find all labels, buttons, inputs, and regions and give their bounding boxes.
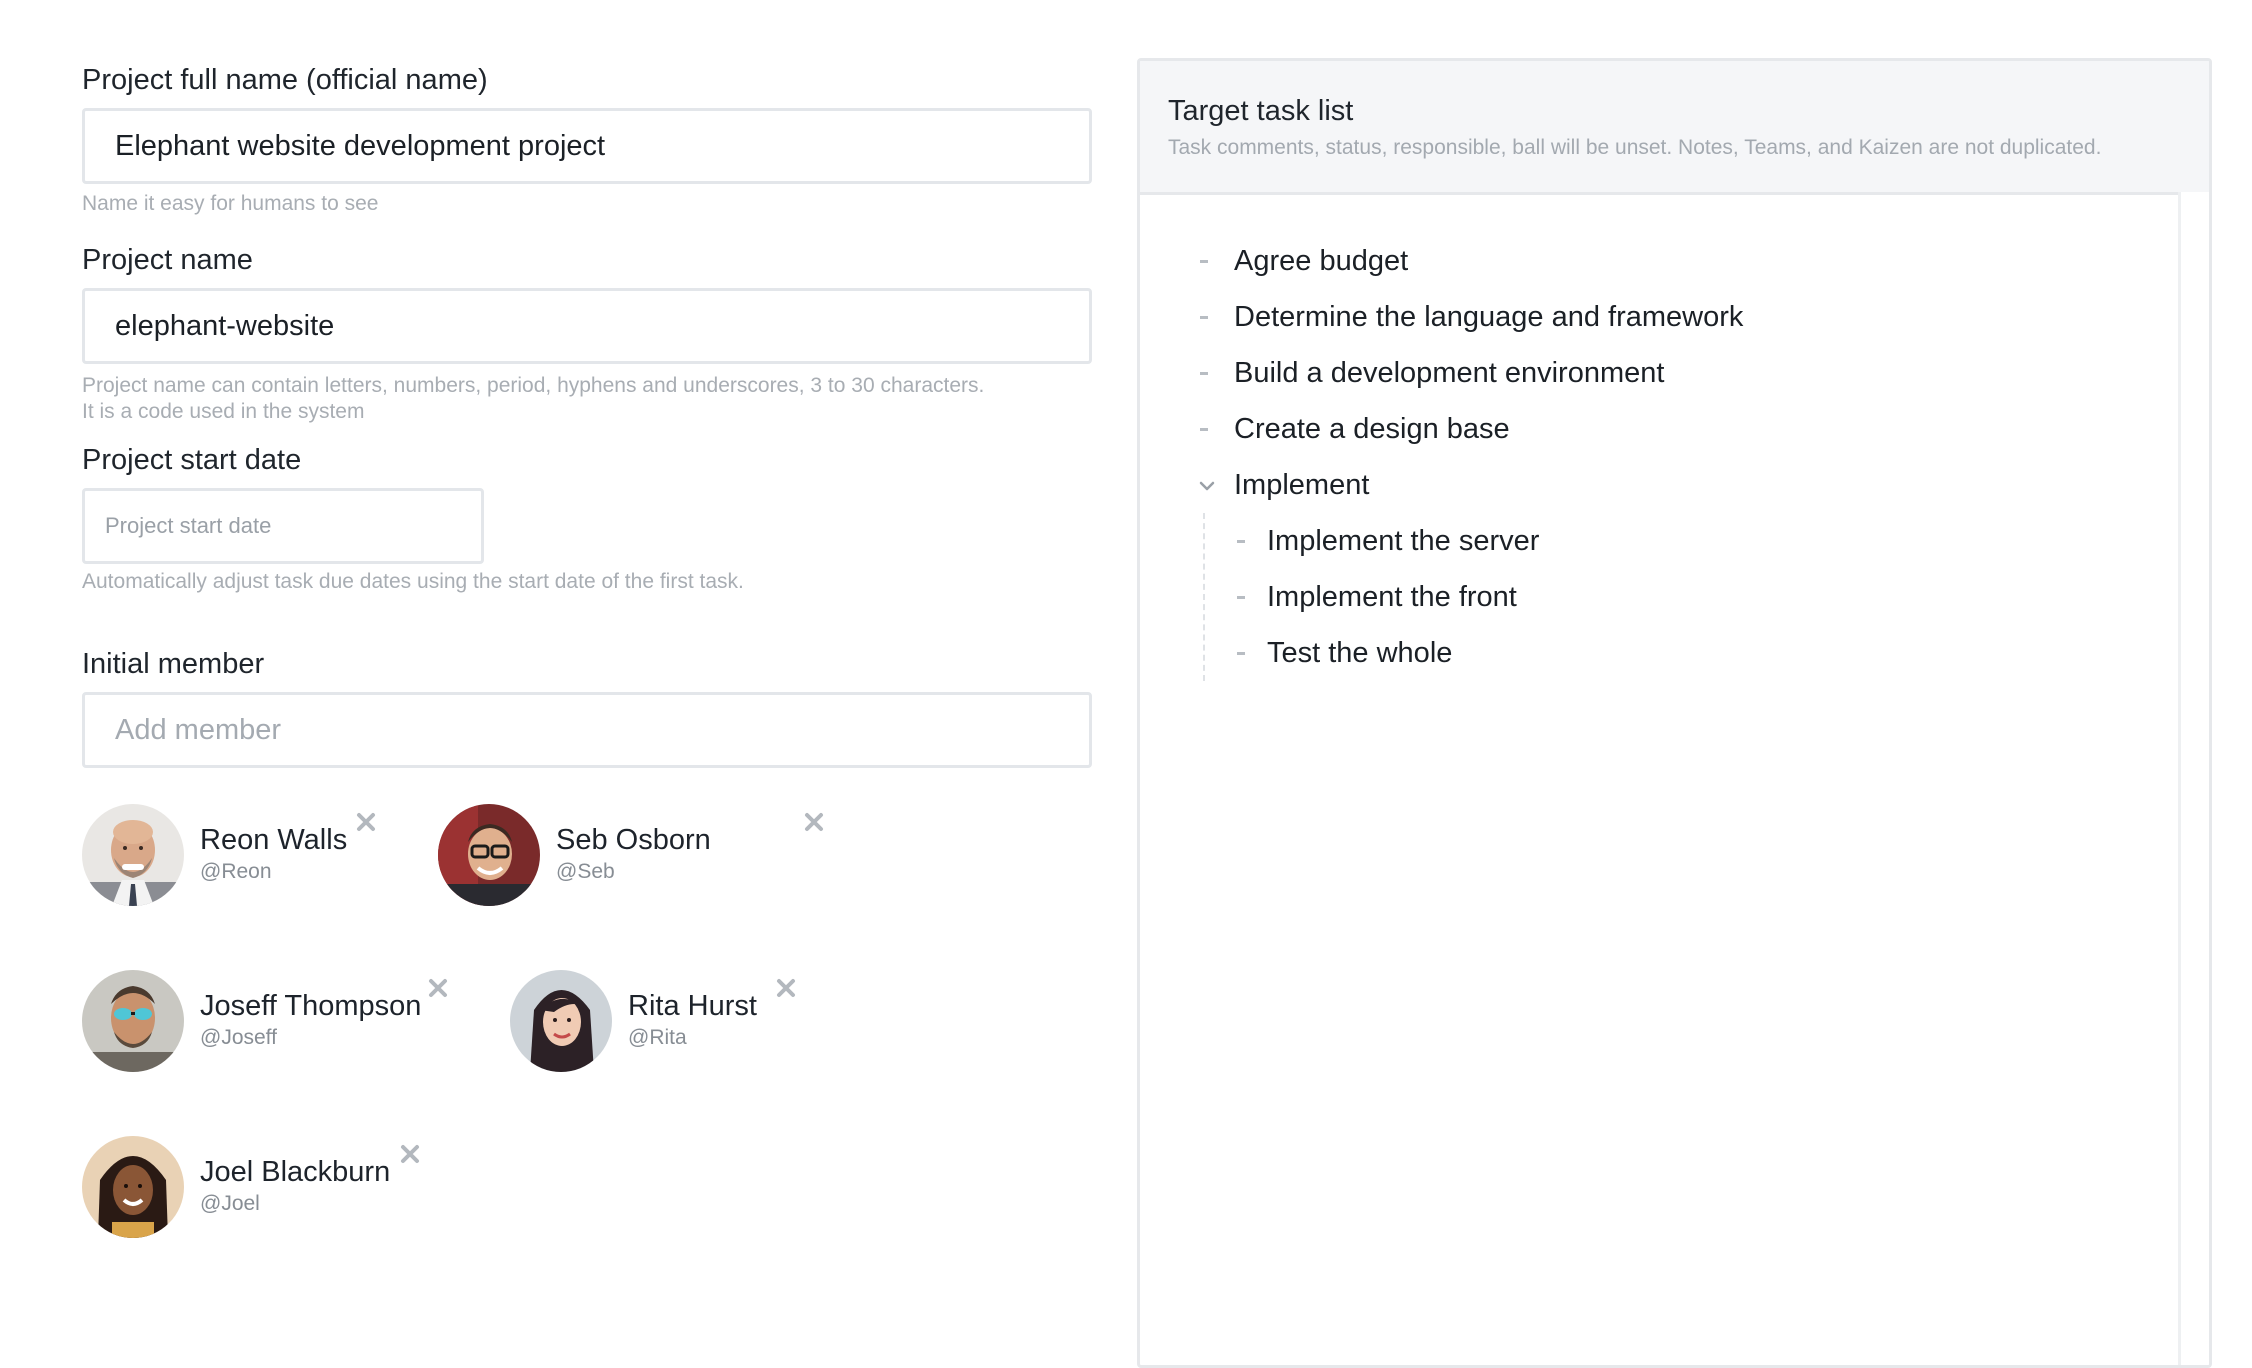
avatar	[82, 970, 184, 1072]
full-name-label: Project full name (official name)	[82, 64, 488, 96]
task-item-implement[interactable]: Implement	[1198, 457, 1369, 513]
start-date-input[interactable]	[82, 488, 484, 564]
dash-bullet-icon	[1237, 540, 1245, 543]
dash-bullet-icon	[1200, 316, 1208, 319]
avatar	[438, 804, 540, 906]
close-icon[interactable]	[354, 810, 378, 834]
member-handle: @Joseff	[200, 1026, 277, 1049]
task-label: Determine the language and framework	[1234, 301, 1744, 333]
task-item[interactable]: Determine the language and framework	[1200, 289, 1743, 345]
panel-subtitle: Task comments, status, responsible, ball…	[1168, 136, 2102, 159]
panel-title: Target task list	[1168, 95, 1354, 127]
full-name-input[interactable]	[82, 108, 1092, 184]
member-chip: Joseff Thompson @Joseff	[82, 970, 462, 1074]
close-icon[interactable]	[774, 976, 798, 1000]
task-label: Implement the front	[1267, 581, 1517, 613]
project-form: Project full name (official name) Name i…	[82, 60, 1092, 768]
close-icon[interactable]	[426, 976, 450, 1000]
avatar	[82, 804, 184, 906]
dash-bullet-icon	[1200, 260, 1208, 263]
member-name: Rita Hurst	[628, 990, 757, 1022]
task-label: Create a design base	[1234, 413, 1510, 445]
target-task-panel: Target task list Task comments, status, …	[1137, 58, 2212, 1368]
member-handle: @Seb	[556, 860, 615, 883]
panel-header: Target task list Task comments, status, …	[1140, 61, 2209, 195]
task-item[interactable]: Agree budget	[1200, 233, 1408, 289]
member-name: Seb Osborn	[556, 824, 711, 856]
task-item[interactable]: Create a design base	[1200, 401, 1510, 457]
project-name-input[interactable]	[82, 288, 1092, 364]
member-chip: Reon Walls @Reon	[82, 804, 382, 908]
avatar	[510, 970, 612, 1072]
task-label: Test the whole	[1267, 637, 1453, 669]
member-list: Reon Walls @Reon Seb Osborn @Seb Joseff …	[82, 804, 1092, 1304]
initial-member-label: Initial member	[82, 648, 265, 680]
task-label: Build a development environment	[1234, 357, 1665, 389]
task-label: Implement	[1234, 469, 1370, 501]
dash-bullet-icon	[1200, 428, 1208, 431]
task-label: Implement the server	[1267, 525, 1540, 557]
dash-bullet-icon	[1237, 652, 1245, 655]
member-chip: Rita Hurst @Rita	[510, 970, 810, 1074]
member-chip: Joel Blackburn @Joel	[82, 1136, 442, 1240]
scrollbar[interactable]	[2178, 192, 2209, 1365]
subtask-list: Implement the server Implement the front…	[1203, 513, 1539, 681]
full-name-help: Name it easy for humans to see	[82, 192, 379, 215]
member-handle: @Rita	[628, 1026, 687, 1049]
task-item[interactable]: Build a development environment	[1200, 345, 1664, 401]
member-name: Joel Blackburn	[200, 1156, 391, 1188]
avatar	[82, 1136, 184, 1238]
member-name: Reon Walls	[200, 824, 348, 856]
member-chip: Seb Osborn @Seb	[438, 804, 823, 908]
task-list: Agree budget Determine the language and …	[1198, 233, 1743, 681]
dash-bullet-icon	[1237, 596, 1245, 599]
start-date-label: Project start date	[82, 444, 302, 476]
add-member-input[interactable]	[82, 692, 1092, 768]
start-date-help: Automatically adjust task due dates usin…	[82, 570, 744, 593]
project-name-label: Project name	[82, 244, 253, 276]
member-handle: @Joel	[200, 1192, 260, 1215]
member-name: Joseff Thompson	[200, 990, 422, 1022]
dash-bullet-icon	[1200, 372, 1208, 375]
member-handle: @Reon	[200, 860, 272, 883]
close-icon[interactable]	[802, 810, 826, 834]
task-label: Agree budget	[1234, 245, 1409, 277]
chevron-down-icon[interactable]	[1198, 477, 1216, 495]
close-icon[interactable]	[398, 1142, 422, 1166]
